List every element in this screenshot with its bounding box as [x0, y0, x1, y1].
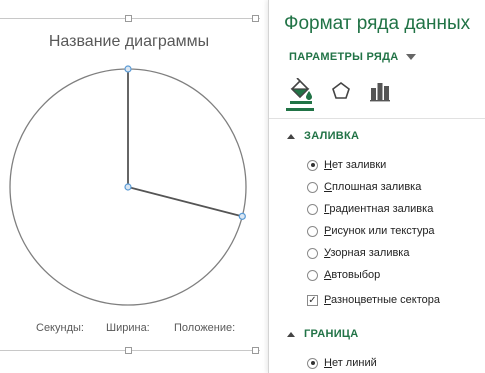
- radio-button[interactable]: [307, 247, 318, 259]
- bar-chart-icon: [370, 83, 390, 102]
- radio-button[interactable]: [307, 269, 318, 281]
- series-options-label: ПАРАМЕТРЫ РЯДА: [289, 51, 399, 63]
- tab-fill-line[interactable]: [288, 78, 314, 106]
- pane-title: Формат ряда данных: [284, 13, 471, 34]
- radio-button[interactable]: [307, 203, 318, 215]
- pie-slice-boundary[interactable]: [127, 186, 243, 218]
- chart-area[interactable]: Название диаграммы Секунды: Ширина: Поло…: [0, 0, 260, 373]
- checkbox[interactable]: ✓: [307, 294, 318, 306]
- option-label: Рисунок или текстура: [324, 225, 435, 237]
- radio-button[interactable]: [307, 181, 318, 193]
- paint-bucket-icon: [290, 78, 312, 104]
- collapse-triangle-icon: [287, 133, 295, 139]
- radio-solid-fill[interactable]: Сплошная заливка: [307, 181, 421, 193]
- radio-button[interactable]: [307, 159, 318, 171]
- chart-legend[interactable]: Секунды: Ширина: Положение:: [0, 322, 260, 338]
- legend-item-width[interactable]: Ширина:: [106, 322, 150, 334]
- option-label: Нет заливки: [324, 159, 387, 171]
- pane-divider: [269, 118, 485, 119]
- selection-handle[interactable]: [124, 65, 132, 73]
- radio-button[interactable]: [307, 357, 318, 369]
- tab-series-options[interactable]: [367, 78, 393, 106]
- radio-automatic-fill[interactable]: Автовыбор: [307, 269, 380, 281]
- series-options-dropdown[interactable]: ПАРАМЕТРЫ РЯДА: [289, 51, 416, 63]
- format-data-series-pane: Формат ряда данных ПАРАМЕТРЫ РЯДА ЗАЛИВК: [268, 0, 485, 373]
- option-label: Градиентная заливка: [324, 203, 434, 215]
- radio-pattern-fill[interactable]: Узорная заливка: [307, 247, 409, 259]
- section-border-label: ГРАНИЦА: [304, 328, 359, 340]
- section-border-header[interactable]: ГРАНИЦА: [287, 328, 358, 340]
- legend-item-position[interactable]: Положение:: [174, 322, 235, 334]
- option-label: Нет линий: [324, 357, 377, 369]
- option-label: Автовыбор: [324, 269, 381, 281]
- pie-chart[interactable]: [0, 0, 260, 373]
- option-label: Сплошная заливка: [324, 181, 422, 193]
- radio-no-line[interactable]: Нет линий: [307, 357, 377, 369]
- section-fill-label: ЗАЛИВКА: [304, 130, 360, 142]
- section-fill-header[interactable]: ЗАЛИВКА: [287, 130, 359, 142]
- tab-effects[interactable]: [328, 78, 354, 106]
- radio-button[interactable]: [307, 225, 318, 237]
- collapse-triangle-icon: [287, 331, 295, 337]
- selection-handle[interactable]: [238, 212, 246, 220]
- legend-item-seconds[interactable]: Секунды:: [36, 322, 84, 334]
- active-tab-indicator: [286, 108, 314, 111]
- option-label: Узорная заливка: [324, 247, 410, 259]
- checkbox-vary-colors[interactable]: ✓ Разноцветные сектора: [307, 294, 440, 306]
- option-label: Разноцветные сектора: [324, 294, 441, 306]
- radio-no-fill[interactable]: Нет заливки: [307, 159, 386, 171]
- selection-handle[interactable]: [124, 183, 132, 191]
- pentagon-icon: [332, 82, 350, 99]
- radio-gradient-fill[interactable]: Градиентная заливка: [307, 203, 433, 215]
- radio-picture-fill[interactable]: Рисунок или текстура: [307, 225, 435, 237]
- chevron-down-icon: [405, 54, 416, 60]
